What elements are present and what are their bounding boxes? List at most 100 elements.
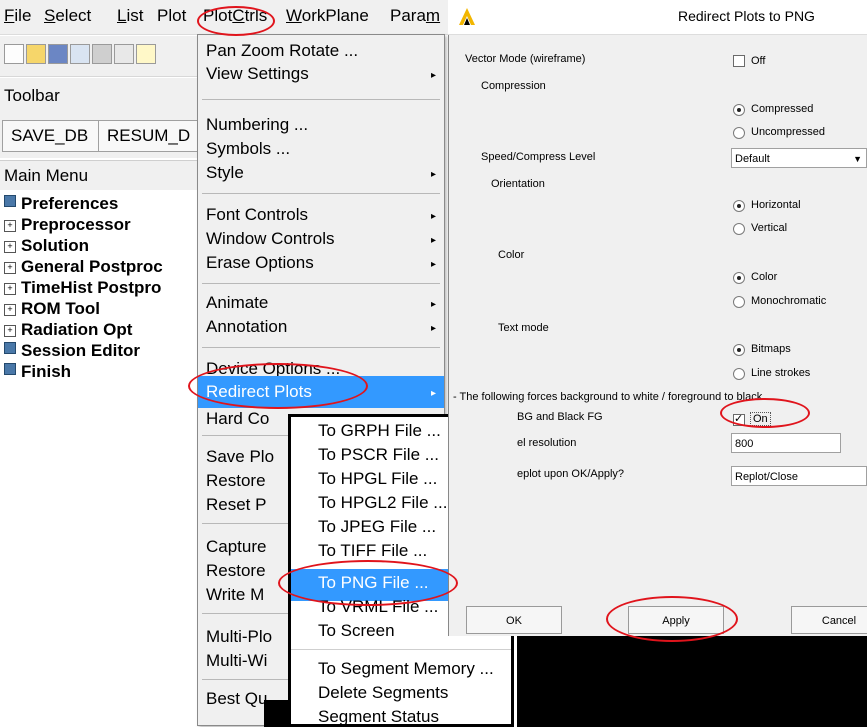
- menu-file[interactable]: File: [4, 6, 31, 26]
- menu-item-hard-copy[interactable]: Hard Co: [206, 409, 269, 429]
- submenu-arrow-icon: ▸: [430, 235, 436, 246]
- submenu-item-hpgl2[interactable]: To HPGL2 File ...: [318, 493, 447, 513]
- menu-item-multi-window[interactable]: Multi-Wi: [206, 651, 267, 671]
- horizontal-radio[interactable]: [733, 200, 745, 212]
- help-icon[interactable]: [136, 44, 156, 64]
- tree-item-preprocessor[interactable]: + Preprocessor: [4, 215, 131, 235]
- apply-button[interactable]: Apply: [628, 606, 724, 634]
- save-db-button[interactable]: SAVE_DB: [2, 120, 106, 152]
- submenu-item-hpgl[interactable]: To HPGL File ...: [318, 469, 437, 489]
- menu-item-symbols[interactable]: Symbols ...: [206, 139, 290, 159]
- icon-toolbar: [0, 36, 210, 77]
- menu-item-write-metafile[interactable]: Write M: [206, 585, 264, 605]
- menu-item-save-plot[interactable]: Save Plo: [206, 447, 274, 467]
- compressed-label: Compressed: [751, 103, 814, 115]
- expand-icon[interactable]: +: [4, 304, 16, 316]
- replot-label: eplot upon OK/Apply?: [517, 468, 625, 480]
- speed-select[interactable]: Default ▼: [731, 148, 867, 168]
- expand-icon[interactable]: +: [4, 262, 16, 274]
- menu-item-restore-image[interactable]: Restore: [206, 561, 266, 581]
- menu-param[interactable]: Param: [390, 6, 440, 26]
- submenu-item-png[interactable]: To PNG File ...: [318, 573, 429, 593]
- new-file-icon[interactable]: [4, 44, 24, 64]
- line-strokes-radio[interactable]: [733, 368, 745, 380]
- menu-item-redirect-plots[interactable]: Redirect Plots: [206, 382, 312, 402]
- menu-item-annotation[interactable]: Annotation: [206, 317, 287, 337]
- menu-separator: [291, 649, 511, 650]
- menu-list[interactable]: List: [117, 6, 143, 26]
- submenu-item-delete-segments[interactable]: Delete Segments: [318, 683, 448, 703]
- menu-item-best-quality[interactable]: Best Qu: [206, 689, 267, 709]
- compressed-radio[interactable]: [733, 104, 745, 116]
- uncompressed-label: Uncompressed: [751, 126, 825, 138]
- tree-item-finish[interactable]: Finish: [4, 362, 71, 382]
- expand-icon[interactable]: +: [4, 241, 16, 253]
- bg-fg-checkbox[interactable]: ✓: [733, 413, 745, 426]
- submenu-item-segment-memory[interactable]: To Segment Memory ...: [318, 659, 494, 679]
- color-radio[interactable]: [733, 272, 745, 284]
- submenu-item-tiff[interactable]: To TIFF File ...: [318, 541, 427, 561]
- save-icon[interactable]: [48, 44, 68, 64]
- force-note: - The following forces background to whi…: [453, 391, 763, 403]
- toolbar-header: Toolbar: [0, 78, 210, 114]
- menu-item-erase-options[interactable]: Erase Options: [206, 253, 314, 273]
- doc-icon: [4, 195, 16, 207]
- image-icon[interactable]: [114, 44, 134, 64]
- resolution-label: el resolution: [517, 437, 577, 449]
- bitmaps-radio[interactable]: [733, 344, 745, 356]
- tree-item-session-editor[interactable]: Session Editor: [4, 341, 140, 361]
- menu-select[interactable]: Select: [44, 6, 91, 26]
- replot-select[interactable]: Replot/Close: [731, 466, 867, 486]
- menu-item-style[interactable]: Style: [206, 163, 244, 183]
- menu-plotctrls[interactable]: PlotCtrls: [203, 6, 267, 26]
- tree-item-radiation-opt[interactable]: + Radiation Opt: [4, 320, 132, 340]
- menu-item-capture[interactable]: Capture: [206, 537, 266, 557]
- expand-icon[interactable]: +: [4, 220, 16, 232]
- vertical-radio[interactable]: [733, 223, 745, 235]
- tree-item-rom-tool[interactable]: + ROM Tool: [4, 299, 100, 319]
- expand-icon[interactable]: +: [4, 325, 16, 337]
- graphics-window: [517, 636, 867, 727]
- submenu-item-jpeg[interactable]: To JPEG File ...: [318, 517, 436, 537]
- vertical-label: Vertical: [751, 222, 788, 234]
- menu-item-numbering[interactable]: Numbering ...: [206, 115, 308, 135]
- color-option-label: Color: [751, 271, 778, 283]
- tree-item-preferences[interactable]: Preferences: [4, 194, 118, 214]
- submenu-item-screen[interactable]: To Screen: [318, 621, 395, 641]
- vector-mode-value: Off: [751, 55, 766, 67]
- menu-item-animate[interactable]: Animate: [206, 293, 268, 313]
- ok-button[interactable]: OK: [466, 606, 562, 634]
- open-folder-icon[interactable]: [26, 44, 46, 64]
- tree-item-timehist-postpro[interactable]: + TimeHist Postpro: [4, 278, 161, 298]
- cancel-button[interactable]: Cancel: [791, 606, 867, 634]
- print-icon[interactable]: [92, 44, 112, 64]
- menu-plot[interactable]: Plot: [157, 6, 186, 26]
- menu-item-multi-plot[interactable]: Multi-Plo: [206, 627, 272, 647]
- monochromatic-radio[interactable]: [733, 296, 745, 308]
- dialog-title: Redirect Plots to PNG: [678, 8, 815, 24]
- report-icon[interactable]: [70, 44, 90, 64]
- tree-item-solution[interactable]: + Solution: [4, 236, 89, 256]
- doc-icon: [4, 342, 16, 354]
- submenu-item-pscr[interactable]: To PSCR File ...: [318, 445, 439, 465]
- menu-item-window-controls[interactable]: Window Controls: [206, 229, 335, 249]
- submenu-item-segment-status[interactable]: Segment Status: [318, 707, 439, 727]
- resolution-input[interactable]: 800: [731, 433, 841, 453]
- menu-item-restore[interactable]: Restore: [206, 471, 266, 491]
- menu-item-reset-plot[interactable]: Reset P: [206, 495, 266, 515]
- uncompressed-radio[interactable]: [733, 127, 745, 139]
- vector-mode-checkbox[interactable]: [733, 55, 745, 67]
- menu-item-view-settings[interactable]: View Settings: [206, 64, 309, 84]
- menu-item-font-controls[interactable]: Font Controls: [206, 205, 308, 225]
- submenu-item-vrml[interactable]: To VRML File ...: [318, 597, 438, 617]
- graphics-area: [264, 700, 290, 727]
- line-strokes-label: Line strokes: [751, 367, 811, 379]
- submenu-item-grph[interactable]: To GRPH File ...: [318, 421, 441, 441]
- tree-item-general-postproc[interactable]: + General Postproc: [4, 257, 163, 277]
- dialog-titlebar[interactable]: Redirect Plots to PNG: [448, 0, 867, 35]
- expand-icon[interactable]: +: [4, 283, 16, 295]
- submenu-arrow-icon: ▸: [430, 388, 436, 399]
- redirect-png-dialog: [448, 0, 867, 636]
- menu-workplane[interactable]: WorkPlane: [286, 6, 369, 26]
- menu-item-pan-zoom-rotate[interactable]: Pan Zoom Rotate ...: [206, 41, 358, 61]
